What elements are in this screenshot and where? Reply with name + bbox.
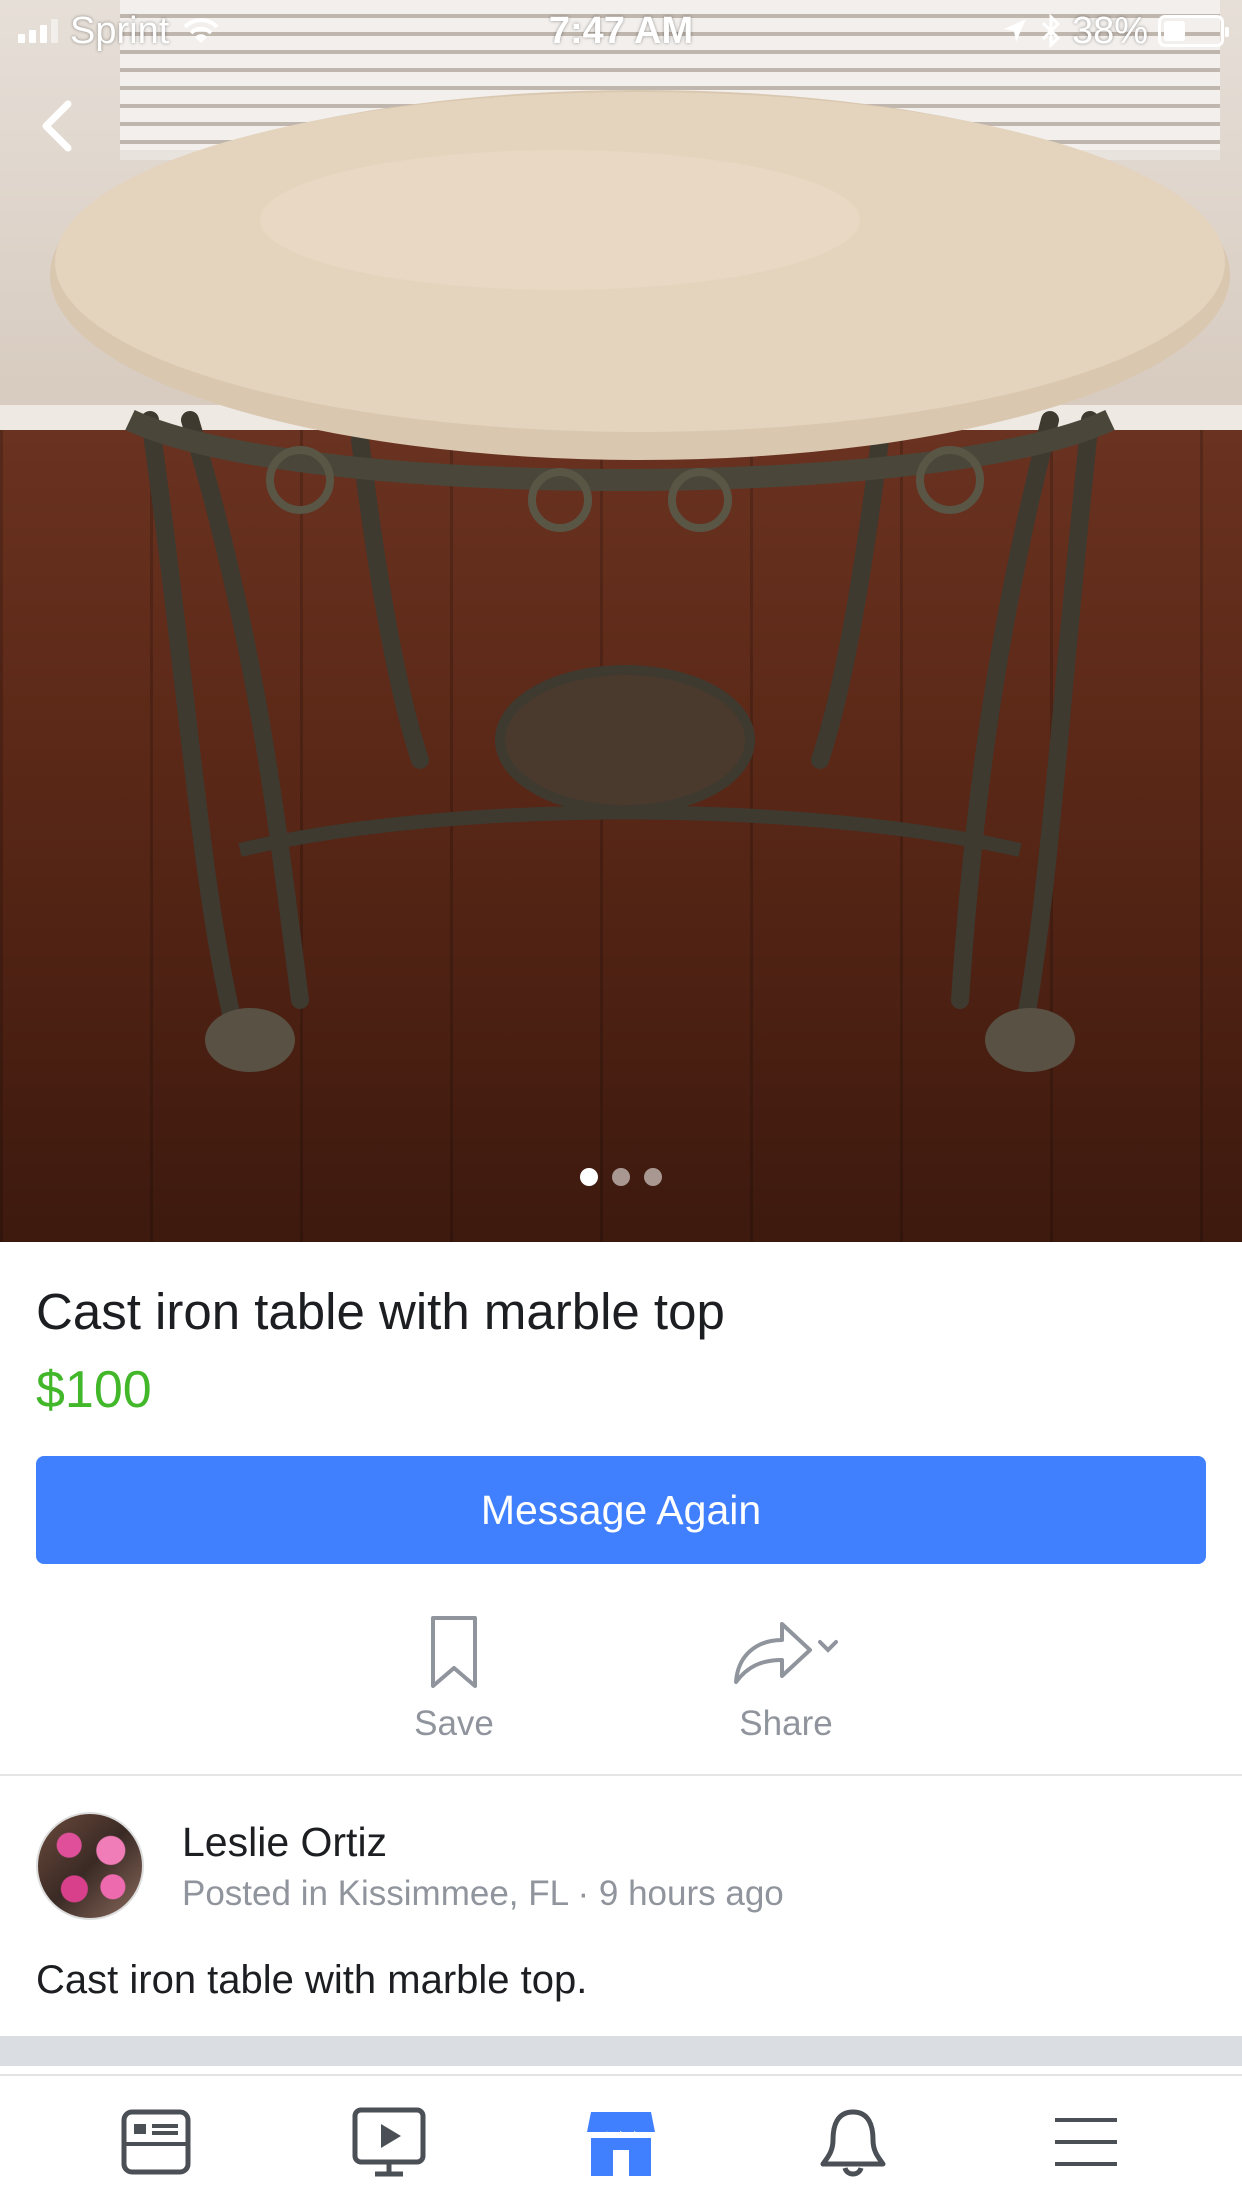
back-chevron-icon[interactable] (34, 96, 84, 156)
seller-posted-meta: Posted in Kissimmee, FL · 9 hours ago (182, 1873, 784, 1913)
marketplace-icon (586, 2112, 655, 2176)
tab-marketplace[interactable] (561, 2092, 681, 2192)
pager-dot[interactable] (644, 1168, 662, 1186)
listing-description: Cast iron table with marble top. (36, 1958, 588, 2002)
bottom-tab-bar (0, 2074, 1242, 2208)
section-divider (0, 1774, 1242, 1776)
battery-fill (1164, 21, 1185, 41)
clock: 7:47 AM (548, 9, 694, 52)
battery-icon (1158, 15, 1229, 47)
status-bar: Sprint 7:47 AM 38% (0, 0, 1242, 62)
bookmark-icon (431, 1616, 477, 1688)
photo-pager-dots[interactable] (0, 1168, 1242, 1186)
tab-news-feed[interactable] (96, 2092, 216, 2192)
tab-watch[interactable] (329, 2092, 449, 2192)
section-separator-bar (0, 2036, 1242, 2066)
seller-avatar[interactable] (36, 1812, 144, 1920)
tab-notifications[interactable] (793, 2092, 913, 2192)
news-feed-icon (121, 2109, 191, 2175)
chevron-down-icon (818, 1640, 838, 1653)
pager-dot[interactable] (580, 1168, 598, 1186)
tab-menu[interactable] (1026, 2092, 1146, 2192)
notifications-bell-icon (820, 2109, 886, 2177)
message-again-button[interactable]: Message Again (36, 1456, 1206, 1564)
table-illustration (50, 90, 1230, 1072)
seller-row[interactable]: Leslie Ortiz Posted in Kissimmee, FL · 9… (36, 1812, 784, 1920)
listing-title: Cast iron table with marble top (36, 1283, 725, 1340)
watch-video-icon (352, 2107, 426, 2177)
listing-price: $100 (36, 1361, 152, 1419)
seller-info: Leslie Ortiz Posted in Kissimmee, FL · 9… (182, 1819, 784, 1914)
share-arrow-icon (734, 1622, 838, 1684)
menu-icon (1054, 2118, 1117, 2166)
share-label: Share (739, 1704, 833, 1743)
share-button[interactable]: Share (706, 1612, 866, 1744)
pager-dot[interactable] (612, 1168, 630, 1186)
save-label: Save (414, 1704, 494, 1743)
seller-name[interactable]: Leslie Ortiz (182, 1819, 784, 1866)
listing-photo[interactable] (0, 0, 1242, 1242)
save-button[interactable]: Save (394, 1612, 514, 1744)
